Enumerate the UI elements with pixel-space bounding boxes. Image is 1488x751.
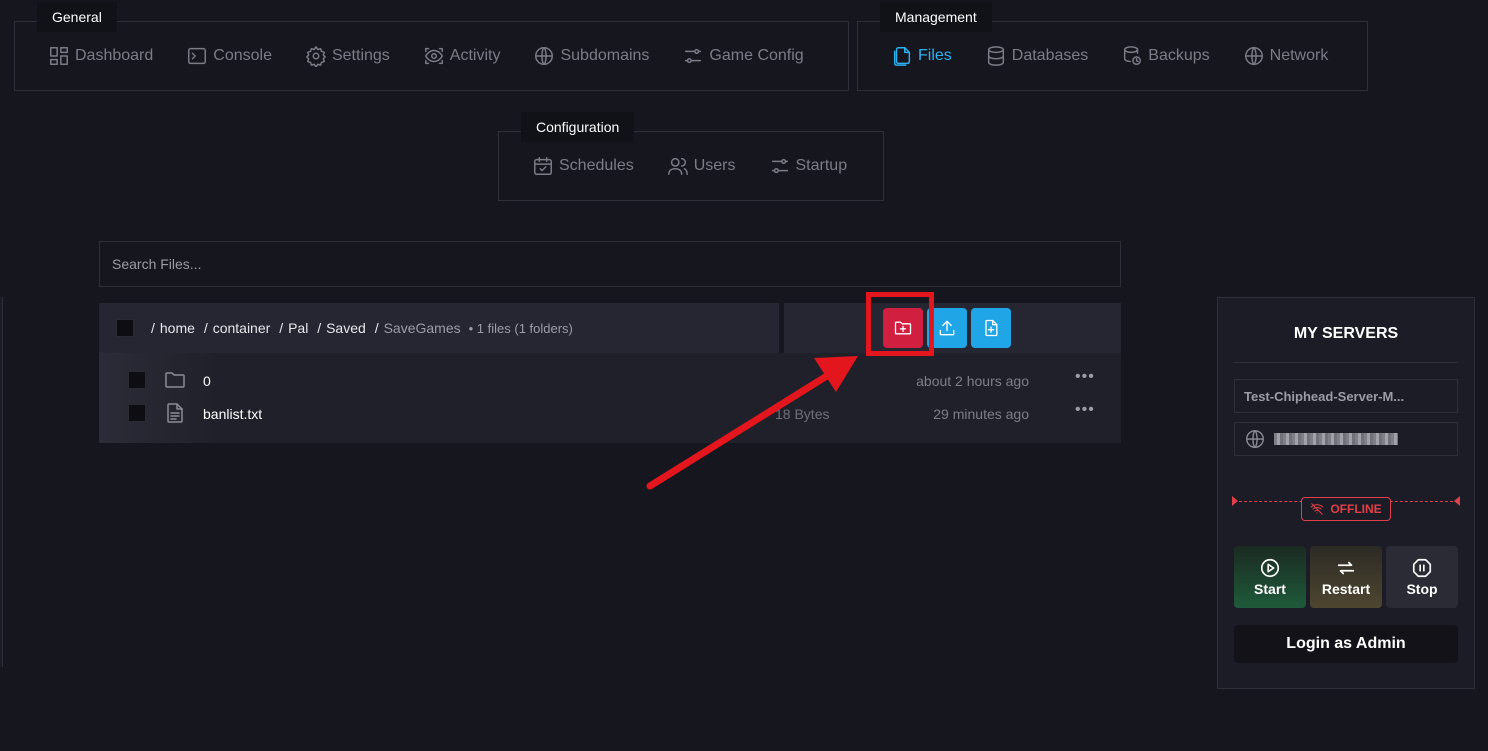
login-as-admin-button[interactable]: Login as Admin	[1234, 625, 1458, 663]
start-button[interactable]: Start	[1234, 546, 1306, 608]
breadcrumb-pal[interactable]: Pal	[288, 320, 308, 336]
nav-group-general: General Dashboard Console Settings Activ…	[14, 2, 849, 91]
nav-item-files[interactable]: Files	[891, 44, 952, 68]
more-icon[interactable]: •••	[1075, 368, 1095, 386]
file-plus-icon	[985, 319, 998, 337]
wifi-off-icon	[1310, 503, 1324, 515]
nav-item-users[interactable]: Users	[667, 154, 736, 178]
breadcrumb: / home / container / Pal / Saved / SaveGames	[151, 320, 461, 336]
globe-icon	[1244, 47, 1263, 65]
upload-icon	[939, 320, 955, 336]
files-icon	[893, 47, 911, 66]
globe-icon	[535, 47, 554, 65]
breadcrumb-saved[interactable]: Saved	[326, 320, 366, 336]
nav-item-console[interactable]: Console	[186, 44, 272, 68]
nav-item-schedules[interactable]: Schedules	[532, 154, 634, 178]
left-panel-edge	[0, 297, 3, 667]
nav-group-label: Management	[880, 2, 992, 32]
path-bar: / home / container / Pal / Saved / SaveGames …	[99, 303, 779, 353]
nav-item-label: Dashboard	[75, 47, 154, 64]
search-box	[99, 241, 1121, 287]
server-name: Test-Chiphead-Server-M...	[1244, 388, 1405, 404]
nav-item-label: Console	[213, 47, 272, 64]
nav-item-label: Startup	[795, 157, 848, 174]
backup-icon	[1124, 46, 1142, 65]
nav-item-label: Schedules	[559, 157, 634, 174]
nav-item-network[interactable]: Network	[1243, 44, 1329, 68]
restart-label: Restart	[1321, 581, 1371, 597]
more-icon[interactable]: •••	[1075, 401, 1095, 419]
users-icon	[667, 157, 688, 175]
sliders-icon	[771, 158, 788, 174]
nav-item-label: Network	[1269, 47, 1329, 64]
restart-button[interactable]: Restart	[1310, 546, 1382, 608]
breadcrumb-current: SaveGames	[383, 320, 461, 336]
dashboard-icon	[50, 47, 68, 65]
eye-icon	[424, 47, 443, 65]
file-row[interactable]: 0 about 2 hours ago •••	[99, 364, 1121, 397]
nav-item-activity[interactable]: Activity	[423, 44, 501, 68]
start-label: Start	[1254, 581, 1286, 597]
play-icon	[1260, 558, 1280, 578]
nav-item-startup[interactable]: Startup	[769, 154, 848, 178]
annotation-arrow	[646, 356, 858, 490]
highlight-box	[866, 292, 934, 356]
nav-group-label: Configuration	[521, 112, 635, 142]
nav-group-management: Management Files Databases Backups Netwo…	[857, 2, 1368, 91]
calendar-icon	[534, 157, 552, 175]
server-name-field[interactable]: Test-Chiphead-Server-M...	[1234, 379, 1458, 413]
row-checkbox[interactable]	[128, 371, 146, 389]
file-count: • 1 files (1 folders)	[468, 320, 573, 336]
stop-label: Stop	[1406, 581, 1438, 597]
sliders-icon	[685, 48, 702, 64]
terminal-icon	[188, 47, 207, 65]
divider	[1234, 362, 1458, 363]
nav-item-label: Users	[693, 157, 736, 174]
nav-item-game-config[interactable]: Game Config	[682, 44, 804, 68]
new-file-button[interactable]	[971, 308, 1011, 348]
nav-item-backups[interactable]: Backups	[1121, 44, 1210, 68]
nav-group-configuration: Configuration Schedules Users Startup	[498, 112, 884, 201]
server-address-field[interactable]	[1234, 422, 1458, 456]
globe-icon	[1246, 430, 1264, 448]
panel-title: MY SERVERS	[1293, 325, 1399, 342]
nav-item-label: Game Config	[709, 47, 804, 64]
redacted-address	[1274, 433, 1398, 445]
row-checkbox[interactable]	[128, 404, 146, 422]
file-row[interactable]: banlist.txt 18 Bytes 29 minutes ago •••	[99, 397, 1121, 430]
breadcrumb-home[interactable]: home	[160, 320, 195, 336]
my-servers-panel: MY SERVERS Test-Chiphead-Server-M... OFF…	[1217, 297, 1475, 689]
file-modified: 29 minutes ago	[933, 406, 1029, 422]
status-text: OFFLINE	[1330, 502, 1382, 516]
select-all-checkbox[interactable]	[116, 319, 134, 337]
nav-item-label: Databases	[1011, 47, 1089, 64]
nav-item-settings[interactable]: Settings	[305, 44, 390, 68]
status-badge: OFFLINE	[1301, 497, 1391, 521]
nav-item-label: Files	[918, 47, 952, 64]
file-modified: about 2 hours ago	[916, 373, 1029, 389]
nav-item-subdomains[interactable]: Subdomains	[533, 44, 649, 68]
nav-item-label: Backups	[1148, 47, 1210, 64]
nav-item-label: Subdomains	[560, 47, 650, 64]
folder-icon	[165, 372, 185, 388]
nav-group-label: General	[37, 2, 117, 32]
stop-button[interactable]: Stop	[1386, 546, 1458, 608]
nav-item-label: Settings	[331, 47, 390, 64]
file-list: 0 about 2 hours ago ••• banlist.txt 18 B…	[99, 353, 1121, 443]
nav-item-dashboard[interactable]: Dashboard	[48, 44, 153, 68]
breadcrumb-container[interactable]: container	[213, 320, 271, 336]
nav-item-databases[interactable]: Databases	[985, 44, 1089, 68]
file-name[interactable]: 0	[203, 373, 211, 389]
file-text-icon	[167, 403, 183, 423]
stop-icon	[1412, 558, 1432, 578]
search-input[interactable]	[100, 242, 1120, 286]
nav-item-label: Activity	[449, 47, 501, 64]
gear-icon	[306, 46, 326, 67]
database-icon	[987, 46, 1004, 66]
file-name[interactable]: banlist.txt	[203, 406, 262, 422]
repeat-icon	[1337, 561, 1355, 575]
